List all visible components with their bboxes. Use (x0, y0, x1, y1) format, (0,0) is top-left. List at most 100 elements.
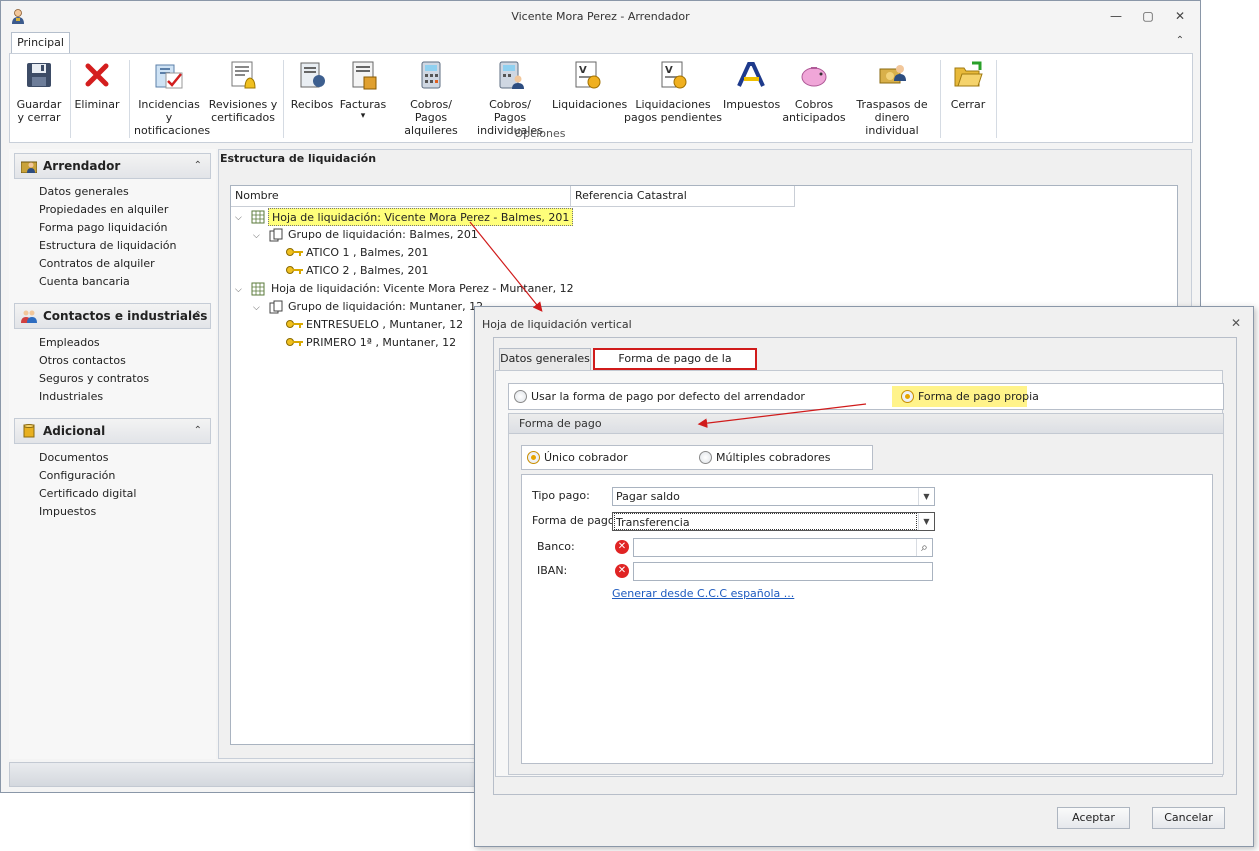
ribbon-separator (129, 60, 130, 138)
nav-item-certificado[interactable]: Certificado digital (39, 485, 136, 503)
tree-row[interactable]: ⌵ (235, 208, 242, 226)
tree-row[interactable]: ⌵ (253, 298, 260, 316)
tree-row-label[interactable]: ATICO 2 , Balmes, 201 (306, 262, 429, 280)
incidencias-button[interactable]: Incidencias y notificaciones (134, 54, 210, 137)
nav-section-contactos[interactable]: Contactos e industriales ⌃ (14, 303, 211, 329)
nav-item-impuestos[interactable]: Impuestos (39, 503, 96, 521)
banco-label: Banco: (537, 540, 575, 553)
payment-source-options: Usar la forma de pago por defecto del ar… (508, 383, 1224, 410)
folder-exit-icon (954, 61, 983, 87)
search-icon[interactable]: ⌕ (916, 539, 932, 556)
tree-row-label[interactable]: Grupo de liquidación: Balmes, 201 (288, 226, 478, 244)
cobros-pagos-individuales-button[interactable]: Cobros/ Pagos individuales (472, 54, 548, 137)
nav-section-arrendador[interactable]: Arrendador ⌃ (14, 153, 211, 179)
column-header-referencia[interactable]: Referencia Catastral (571, 186, 795, 207)
expand-chevron-icon[interactable]: ⌵ (235, 285, 242, 295)
nav-item-configuracion[interactable]: Configuración (39, 467, 115, 485)
payment-method-group: Forma de pago Único cobrador Múltiples c… (508, 413, 1224, 775)
nav-section-adicional[interactable]: Adicional ⌃ (14, 418, 211, 444)
tab-datos-generales[interactable]: Datos generales (499, 348, 591, 370)
nav-item-empleados[interactable]: Empleados (39, 334, 100, 352)
svg-text:V: V (579, 65, 587, 76)
radio-default-payment-label[interactable]: Usar la forma de pago por defecto del ar… (531, 390, 805, 404)
minimize-button[interactable]: — (1107, 7, 1125, 25)
radio-own-payment-label[interactable]: Forma de pago propia (918, 390, 1039, 404)
nav-item-industriales[interactable]: Industriales (39, 388, 103, 406)
cancel-button[interactable]: Cancelar (1152, 807, 1225, 829)
traspasos-button[interactable]: Traspasos de dinero individual (848, 54, 936, 137)
ribbon-collapse-icon[interactable]: ⌃ (1173, 35, 1187, 49)
recibos-button[interactable]: Recibos (289, 54, 335, 128)
forma-pago-select[interactable]: Transferencia ▼ (612, 512, 935, 531)
tree-row-label[interactable]: ENTRESUELO , Muntaner, 12 (306, 316, 463, 334)
nav-item-seguros[interactable]: Seguros y contratos (39, 370, 149, 388)
tree-row-label[interactable]: Grupo de liquidación: Muntaner, 12 (288, 298, 483, 316)
collapse-chevron-icon[interactable]: ⌃ (194, 154, 202, 178)
tab-forma-pago-liquidacion[interactable]: Forma de pago de la liquidación (593, 348, 757, 383)
nav-section-title: Arrendador (43, 159, 121, 173)
contacts-icon (21, 310, 37, 323)
invoice-icon (352, 61, 377, 90)
radio-single-collector[interactable] (527, 451, 540, 464)
tree-row-label[interactable]: Hoja de liquidación: Vicente Mora Perez … (268, 208, 574, 226)
ribbon-separator (940, 60, 941, 138)
cobros-pagos-alquileres-label: Cobros/ Pagos alquileres (404, 98, 458, 137)
radio-single-collector-label[interactable]: Único cobrador (544, 451, 628, 465)
radio-own-payment[interactable] (901, 390, 914, 403)
ribbon-separator (70, 60, 71, 138)
tab-principal[interactable]: Principal (11, 32, 70, 54)
nav-item-otros-contactos[interactable]: Otros contactos (39, 352, 126, 370)
banco-field[interactable]: ⌕ (633, 538, 933, 557)
tree-row-label[interactable]: PRIMERO 1ª , Muntaner, 12 (306, 334, 456, 352)
tree-row[interactable]: ⌵ (253, 226, 260, 244)
nav-item-contratos[interactable]: Contratos de alquiler (39, 255, 155, 273)
calculator-user-icon (499, 61, 524, 89)
dialog-title: Hoja de liquidación vertical (482, 318, 632, 331)
tree-row[interactable]: ⌵ (235, 280, 242, 298)
nav-item-propiedades[interactable]: Propiedades en alquiler (39, 201, 168, 219)
piggy-bank-icon (801, 67, 827, 87)
collapse-chevron-icon[interactable]: ⌃ (194, 419, 202, 443)
nav-item-datos-generales[interactable]: Datos generales (39, 183, 129, 201)
radio-multiple-collectors-label[interactable]: Múltiples cobradores (716, 451, 830, 465)
collapse-chevron-icon[interactable]: ⌃ (194, 304, 202, 328)
facturas-button[interactable]: Facturas ▾ (338, 54, 388, 128)
expand-chevron-icon[interactable]: ⌵ (253, 303, 260, 313)
incidencias-label: Incidencias y notificaciones (134, 98, 211, 137)
dropdown-arrow-icon[interactable]: ▼ (918, 488, 934, 505)
nav-item-estructura[interactable]: Estructura de liquidación (39, 237, 176, 255)
cobros-pagos-alquileres-button[interactable]: Cobros/ Pagos alquileres (393, 54, 469, 137)
key-icon (286, 320, 303, 328)
expand-chevron-icon[interactable]: ⌵ (235, 213, 242, 223)
liquidaciones-pendientes-button[interactable]: V Liquidaciones pagos pendientes (624, 54, 722, 128)
tipo-pago-select[interactable]: Pagar saldo ▼ (612, 487, 935, 506)
delete-button[interactable]: Eliminar (72, 54, 122, 128)
cerrar-button[interactable]: Cerrar (945, 54, 991, 128)
key-icon (286, 248, 303, 256)
maximize-button[interactable]: ▢ (1139, 7, 1157, 25)
dropdown-arrow-icon[interactable]: ▼ (918, 513, 934, 530)
column-header-nombre[interactable]: Nombre (231, 186, 571, 207)
iban-field[interactable] (633, 562, 933, 581)
liquidaciones-button[interactable]: V Liquidaciones (552, 54, 627, 128)
generate-ccc-link[interactable]: Generar desde C.C.C española ... (612, 587, 794, 600)
nav-item-cuenta-bancaria[interactable]: Cuenta bancaria (39, 273, 130, 291)
revisiones-button[interactable]: Revisiones y certificados (208, 54, 278, 128)
radio-multiple-collectors[interactable] (699, 451, 712, 464)
accept-button[interactable]: Aceptar (1057, 807, 1130, 829)
calculator-icon (421, 61, 441, 89)
facturas-dropdown-icon[interactable]: ▾ (338, 111, 388, 121)
database-icon (23, 424, 35, 438)
radio-default-payment[interactable] (514, 390, 527, 403)
nav-item-documentos[interactable]: Documentos (39, 449, 108, 467)
nav-item-forma-pago[interactable]: Forma pago liquidación (39, 219, 168, 237)
cobros-anticipados-button[interactable]: Cobros anticipados (780, 54, 848, 128)
ribbon-separator (996, 60, 997, 138)
expand-chevron-icon[interactable]: ⌵ (253, 231, 260, 241)
save-close-button[interactable]: Guardar y cerrar (12, 54, 66, 128)
close-button[interactable]: ✕ (1171, 7, 1189, 25)
tree-row-label[interactable]: Hoja de liquidación: Vicente Mora Perez … (271, 280, 574, 298)
dialog-close-icon[interactable]: ✕ (1228, 316, 1244, 332)
tree-row-label[interactable]: ATICO 1 , Balmes, 201 (306, 244, 429, 262)
impuestos-button[interactable]: Impuestos (723, 54, 780, 128)
